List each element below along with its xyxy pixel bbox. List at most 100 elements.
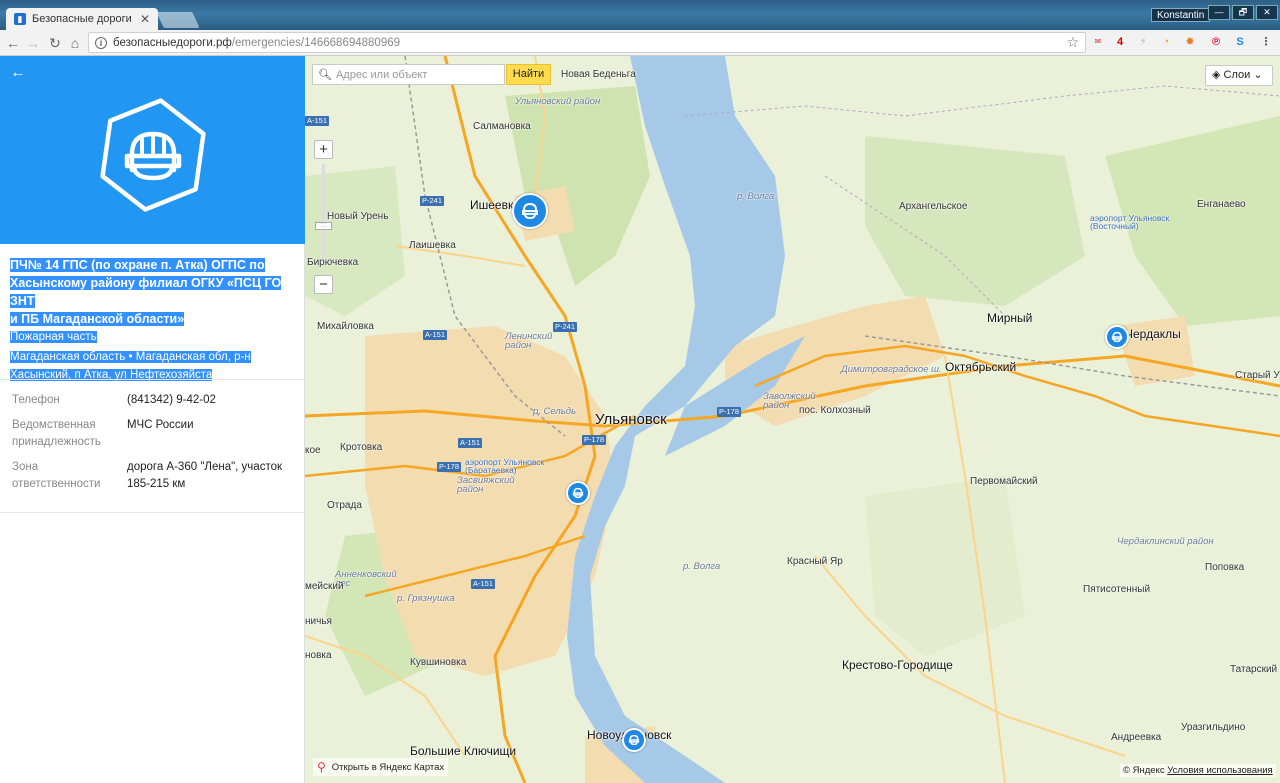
browser-toolbar: ← → ↻ ⌂ i безопасныедороги.рф/emergencie… bbox=[0, 30, 1280, 56]
fox-extension-icon[interactable]: ✸ bbox=[1182, 34, 1198, 50]
road-shield: Р-178 bbox=[437, 462, 462, 472]
road-shield: А-151 bbox=[471, 579, 496, 589]
map-label: Мирный bbox=[987, 311, 1033, 325]
map-label: Первомайский bbox=[970, 476, 1038, 487]
map-label: р. Волга bbox=[683, 561, 721, 572]
detail-row-zone: Зона ответственности дорога А-360 "Лена"… bbox=[12, 461, 283, 490]
field-area bbox=[865, 476, 1025, 656]
new-tab-button[interactable] bbox=[156, 12, 200, 28]
divider bbox=[0, 512, 305, 513]
back-nav-icon[interactable]: ← bbox=[4, 34, 22, 52]
map-label: Отрада bbox=[327, 500, 362, 511]
map-label: Большие Ключищи bbox=[410, 744, 517, 758]
search-icon: 🔍︎ bbox=[318, 69, 332, 81]
forward-nav-icon[interactable]: → bbox=[24, 34, 42, 52]
emergency-sidebar: ← ПЧ№ 14 ГПС (по охране п. Атка) ОГПС по… bbox=[0, 56, 305, 783]
zoom-in-button[interactable]: + bbox=[314, 140, 333, 159]
map-label-city: Ульяновск bbox=[595, 411, 667, 428]
helmet-icon bbox=[1111, 331, 1123, 343]
road-shield: А-151 bbox=[458, 438, 483, 448]
map-label: Красный Яр bbox=[787, 556, 843, 567]
map-label: р. Сельдь bbox=[533, 406, 576, 417]
map-label: Чердаклы bbox=[1125, 327, 1181, 341]
map-label: Поповка bbox=[1205, 562, 1245, 573]
detail-row-department: Ведомственная принадлежность МЧС России bbox=[12, 419, 194, 448]
organization-name: ПЧ№ 14 ГПС (по охране п. Атка) ОГПС по Х… bbox=[10, 258, 282, 326]
road-shield: Р-241 bbox=[553, 322, 578, 332]
map-label: Чердаклинский район bbox=[1117, 536, 1214, 547]
fire-station-marker[interactable] bbox=[1105, 325, 1129, 349]
map-label: Заволжский район bbox=[763, 391, 816, 411]
divider bbox=[0, 379, 305, 380]
map-label: пос. Колхозный bbox=[799, 405, 871, 416]
bookmark-star-icon[interactable]: ☆ bbox=[1066, 34, 1079, 51]
map-copyright: © Яндекс Условия использования bbox=[1120, 764, 1276, 777]
map-label: Крестово-Городище bbox=[842, 658, 953, 672]
map-canvas[interactable] bbox=[305, 56, 1280, 783]
map-label: Пятисотенный bbox=[1083, 584, 1151, 595]
map-label: Засвияжский район bbox=[457, 475, 515, 495]
s-extension-icon[interactable]: S bbox=[1232, 34, 1248, 50]
address-bar[interactable]: i безопасныедороги.рф/emergencies/146668… bbox=[88, 32, 1086, 53]
minimize-button[interactable]: — bbox=[1208, 5, 1230, 20]
map-label: Татарский bbox=[1230, 664, 1278, 675]
map-label: Лаишевка bbox=[409, 240, 456, 251]
map-label: р. Волга bbox=[737, 191, 775, 202]
reload-icon[interactable]: ↻ bbox=[46, 34, 64, 52]
layers-button[interactable]: ◈ Слои ⌄ bbox=[1205, 65, 1273, 86]
helmet-icon bbox=[572, 487, 584, 499]
map-view[interactable]: 🔍︎ Найти ◈ Слои ⌄ + :::: − А-151 Р-241 Р… bbox=[305, 56, 1280, 783]
lightning-extension-icon[interactable]: ⚡ bbox=[1135, 34, 1151, 50]
zoom-slider-handle[interactable]: :::: bbox=[315, 222, 332, 230]
site-info-icon[interactable]: i bbox=[95, 36, 107, 49]
map-label: Кротовка bbox=[340, 442, 383, 453]
close-window-button[interactable]: ✕ bbox=[1256, 5, 1278, 20]
zoom-out-button[interactable]: − bbox=[314, 275, 333, 294]
map-label: Салмановка bbox=[473, 121, 531, 132]
maximize-button[interactable]: 🗗 bbox=[1232, 5, 1254, 20]
url-text[interactable]: безопасныедороги.рф/emergencies/14666869… bbox=[113, 37, 1060, 49]
organization-info: ПЧ№ 14 ГПС (по охране п. Атка) ОГПС по Х… bbox=[10, 256, 295, 384]
map-label: Новый Урень bbox=[327, 211, 389, 222]
menu-kebab-icon[interactable]: ⋮ bbox=[1258, 34, 1274, 50]
tab-title: Безопасные дороги bbox=[32, 13, 132, 25]
fire-station-marker[interactable] bbox=[622, 728, 646, 752]
map-label: Бирючевка bbox=[307, 257, 359, 268]
map-search-input[interactable] bbox=[335, 68, 499, 81]
road-shield: А-151 bbox=[423, 330, 448, 340]
fire-station-marker[interactable] bbox=[566, 481, 590, 505]
map-label: Октябрьский bbox=[945, 360, 1017, 374]
pinterest-extension-icon[interactable]: ℗ bbox=[1208, 34, 1224, 50]
tab-close-icon[interactable]: ✕ bbox=[140, 12, 150, 26]
zoom-slider-track[interactable] bbox=[322, 164, 325, 264]
rss-extension-icon[interactable]: ◔ bbox=[1158, 34, 1174, 50]
find-button[interactable]: Найти bbox=[506, 64, 551, 85]
map-label: Енганаево bbox=[1197, 199, 1246, 210]
browser-tab[interactable]: ▮ Безопасные дороги ✕ bbox=[6, 8, 158, 30]
map-label: мейский bbox=[305, 581, 344, 592]
map-label: ничья bbox=[305, 616, 332, 627]
road-shield: Р-178 bbox=[717, 407, 742, 417]
map-label: кое bbox=[305, 445, 321, 456]
profile-badge[interactable]: Konstantin bbox=[1151, 8, 1211, 22]
gmail-extension-icon[interactable]: ✉ bbox=[1090, 34, 1106, 50]
district-boundary bbox=[684, 85, 1280, 117]
detail-row-phone: Телефон (841342) 9-42-02 bbox=[12, 394, 216, 406]
helmet-icon bbox=[522, 202, 538, 220]
chevron-down-icon: ⌄ bbox=[1253, 69, 1263, 81]
road-shield: А-151 bbox=[305, 116, 330, 126]
details-list: Телефон (841342) 9-42-02 Ведомственная п… bbox=[12, 392, 297, 501]
map-label: Уразгильдино bbox=[1181, 722, 1246, 733]
home-icon[interactable]: ⌂ bbox=[66, 34, 84, 52]
terms-link[interactable]: Условия использования bbox=[1167, 765, 1272, 776]
counter-extension-icon[interactable]: 4 bbox=[1112, 34, 1128, 50]
window-controls: — 🗗 ✕ bbox=[1208, 5, 1278, 20]
browser-titlebar: ▮ Безопасные дороги ✕ Konstantin — 🗗 ✕ bbox=[0, 0, 1280, 30]
fire-station-marker-active[interactable] bbox=[512, 193, 548, 229]
back-arrow-icon[interactable]: ← bbox=[10, 64, 26, 82]
open-in-yandex-maps-link[interactable]: ⚲ Открыть в Яндекс Картах bbox=[313, 758, 449, 776]
map-label: новка bbox=[305, 650, 332, 661]
map-pin-icon: ⚲ bbox=[317, 760, 326, 774]
map-search-box: 🔍︎ bbox=[312, 64, 505, 85]
map-label: Ленинский район bbox=[505, 331, 553, 351]
